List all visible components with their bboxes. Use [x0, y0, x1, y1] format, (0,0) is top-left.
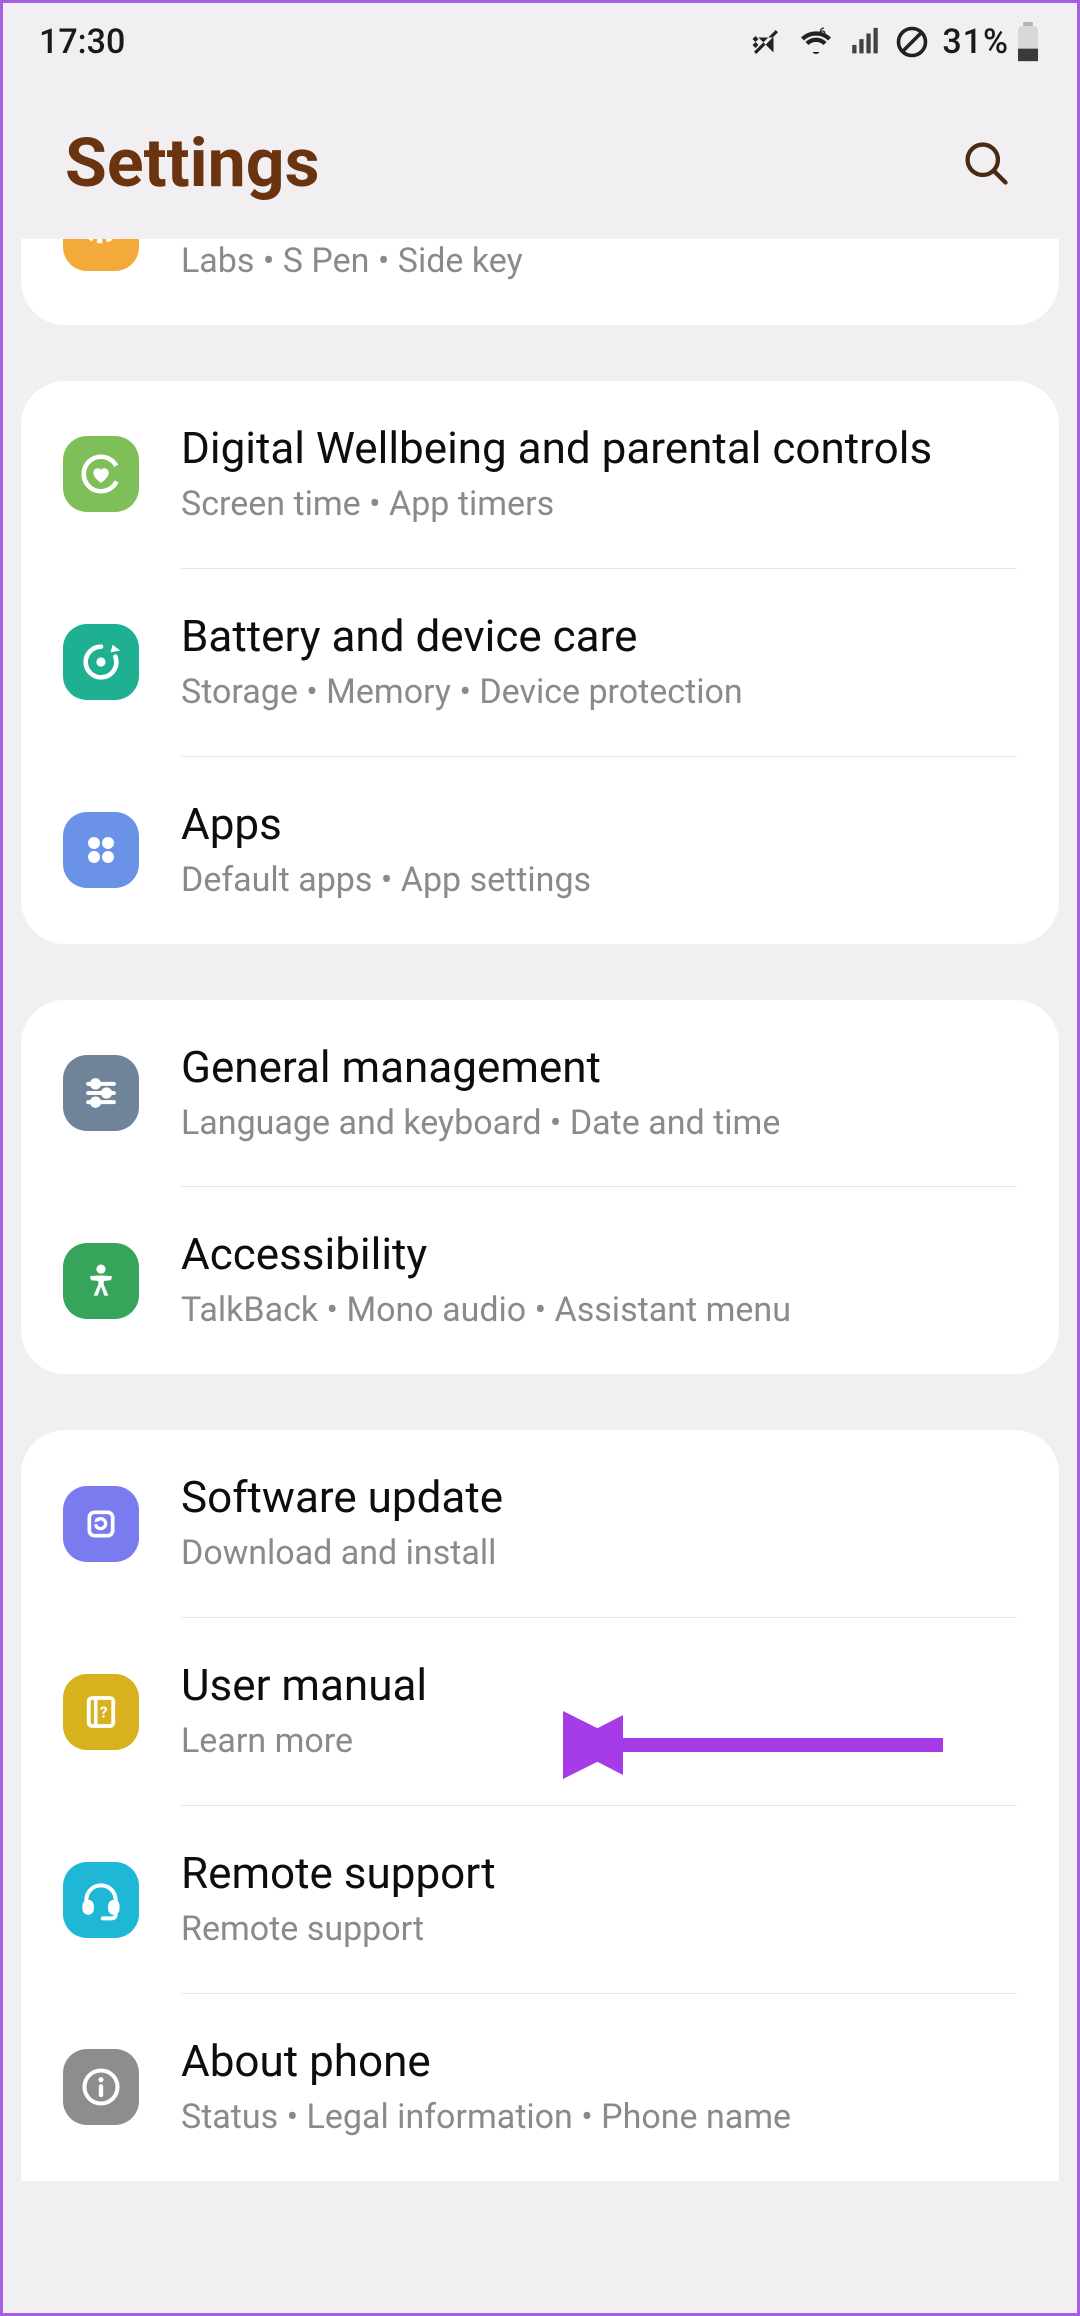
settings-item-title: User manual	[181, 1658, 1017, 1713]
status-bar: 17:30 6 31%	[3, 3, 1077, 81]
settings-item-sub: Storage • Memory • Device protection	[181, 670, 1017, 716]
app-header: Settings	[3, 81, 1077, 239]
settings-item-sub: Language and keyboard • Date and time	[181, 1101, 1017, 1147]
settings-item-about-phone[interactable]: About phone Status • Legal information •…	[21, 1994, 1059, 2181]
settings-item-sub: Labs • S Pen • Side key	[181, 239, 1017, 285]
settings-item-title: Software update	[181, 1470, 1017, 1525]
update-icon	[63, 1486, 139, 1562]
settings-group: Software update Download and install ? U…	[21, 1430, 1059, 2181]
svg-text:6: 6	[819, 25, 826, 39]
status-time: 17:30	[39, 22, 125, 62]
status-icons: 6 31%	[748, 22, 1041, 62]
settings-group: Digital Wellbeing and parental controls …	[21, 381, 1059, 944]
headset-icon	[63, 1862, 139, 1938]
settings-item-remote-support[interactable]: Remote support Remote support	[21, 1806, 1059, 1993]
settings-item-sub: Learn more	[181, 1719, 1017, 1765]
sliders-icon	[63, 1055, 139, 1131]
search-button[interactable]	[957, 134, 1015, 192]
settings-item-title: Battery and device care	[181, 609, 1017, 664]
svg-text:?: ?	[100, 1702, 108, 1721]
settings-item-sub: Screen time • App timers	[181, 482, 1017, 528]
gear-icon	[63, 239, 139, 271]
settings-group: General management Language and keyboard…	[21, 1000, 1059, 1375]
settings-group: Labs • S Pen • Side key	[21, 239, 1059, 325]
book-icon: ?	[63, 1674, 139, 1750]
battery-icon	[1015, 22, 1041, 62]
settings-item-sub: TalkBack • Mono audio • Assistant menu	[181, 1288, 1017, 1334]
settings-item-wellbeing[interactable]: Digital Wellbeing and parental controls …	[21, 381, 1059, 568]
settings-item-general[interactable]: General management Language and keyboard…	[21, 1000, 1059, 1187]
settings-item-title: General management	[181, 1040, 1017, 1095]
refresh-dot-icon	[63, 624, 139, 700]
settings-item-title: Remote support	[181, 1846, 1017, 1901]
settings-item-sub: Download and install	[181, 1531, 1017, 1577]
info-icon	[63, 2049, 139, 2125]
person-icon	[63, 1243, 139, 1319]
heart-circle-icon	[63, 436, 139, 512]
four-dots-icon	[63, 812, 139, 888]
signal-icon	[848, 25, 882, 59]
settings-item-software-update[interactable]: Software update Download and install	[21, 1430, 1059, 1617]
settings-item-sub: Default apps • App settings	[181, 858, 1017, 904]
no-circle-icon	[894, 24, 930, 60]
settings-item-sub: Status • Legal information • Phone name	[181, 2095, 1017, 2141]
page-title: Settings	[65, 123, 320, 203]
settings-item-title: Digital Wellbeing and parental controls	[181, 421, 1017, 476]
settings-item-devicecare[interactable]: Battery and device care Storage • Memory…	[21, 569, 1059, 756]
settings-item-user-manual[interactable]: ? User manual Learn more	[21, 1618, 1059, 1805]
wifi-icon: 6	[796, 24, 836, 60]
vibrate-off-icon	[748, 24, 784, 60]
settings-item-title: About phone	[181, 2034, 1017, 2089]
settings-item-title: Accessibility	[181, 1227, 1017, 1282]
settings-item-sub: Remote support	[181, 1907, 1017, 1953]
settings-item-apps[interactable]: Apps Default apps • App settings	[21, 757, 1059, 944]
search-icon	[960, 137, 1012, 189]
settings-item-title: Apps	[181, 797, 1017, 852]
battery-percentage: 31%	[942, 22, 1009, 62]
settings-item-accessibility[interactable]: Accessibility TalkBack • Mono audio • As…	[21, 1187, 1059, 1374]
settings-item-advanced[interactable]: Labs • S Pen • Side key	[21, 239, 1059, 325]
